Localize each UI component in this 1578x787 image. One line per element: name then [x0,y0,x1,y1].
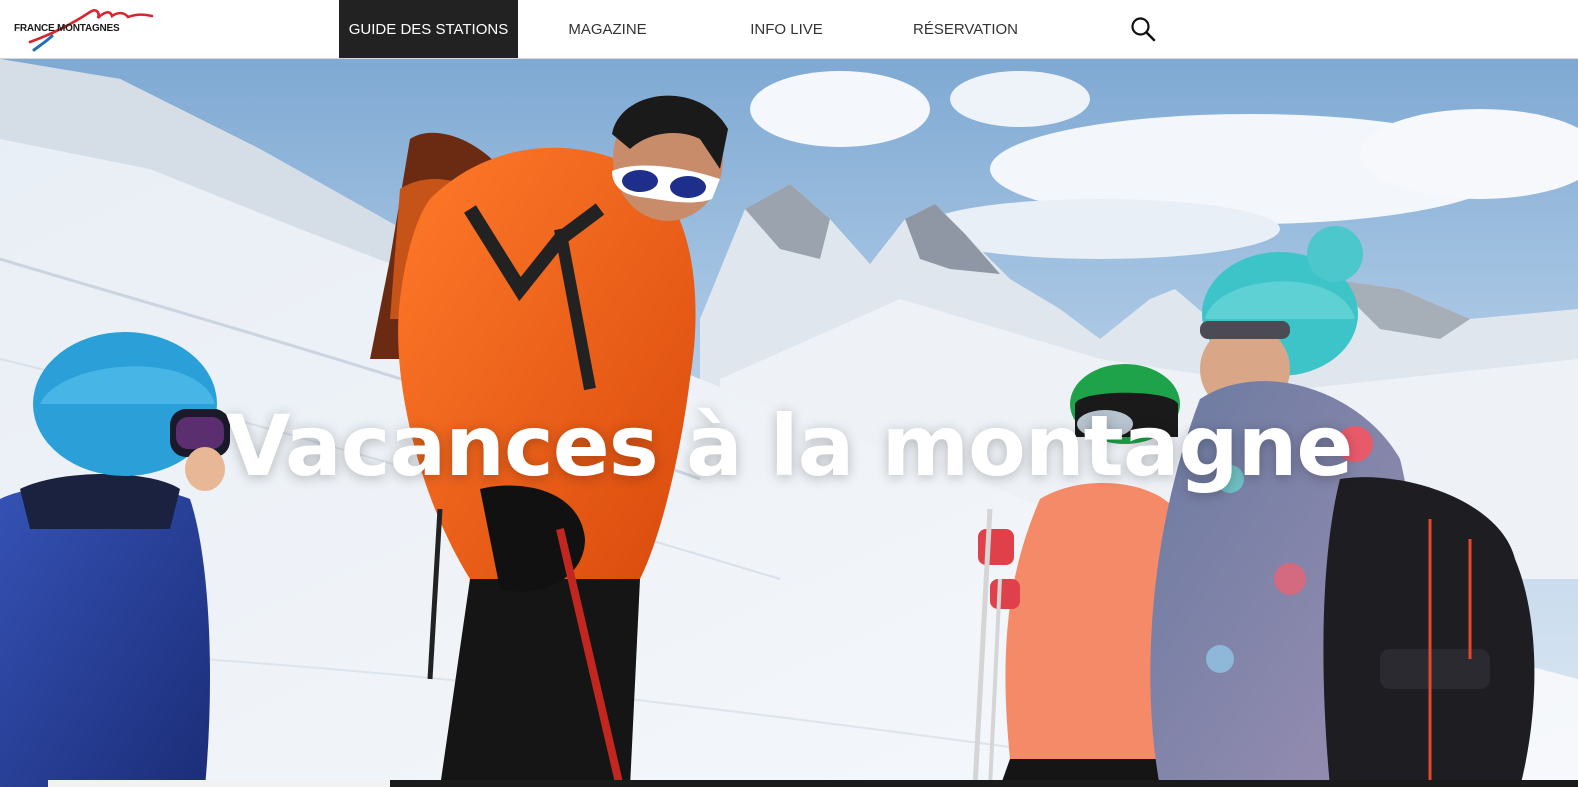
main-nav: GUIDE DES STATIONS MAGAZINE INFO LIVE RÉ… [339,0,1055,58]
bottom-strip-dark [390,780,1578,787]
bottom-strip-light [48,780,390,787]
nav-item-info-live[interactable]: INFO LIVE [697,0,876,58]
nav-item-guide-des-stations[interactable]: GUIDE DES STATIONS [339,0,518,58]
search-icon [1131,17,1156,42]
nav-item-reservation[interactable]: RÉSERVATION [876,0,1055,58]
hero-banner: Vacances à la montagne [0,59,1578,787]
bottom-strip [0,777,1578,787]
nav-item-magazine[interactable]: MAGAZINE [518,0,697,58]
search-button[interactable] [1128,14,1158,44]
hero-title: Vacances à la montagne [225,397,1354,495]
logo-text: FRANCE MONTAGNES [14,23,120,34]
top-navigation-bar: FRANCE MONTAGNES GUIDE DES STATIONS MAGA… [0,0,1578,59]
france-montagnes-logo[interactable]: FRANCE MONTAGNES [12,4,158,52]
